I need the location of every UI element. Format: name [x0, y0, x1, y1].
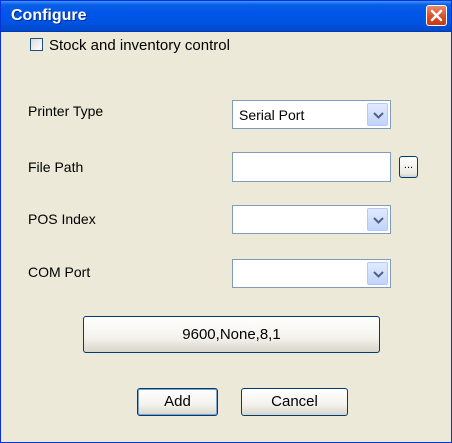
printer-type-select[interactable]: Serial Port [232, 100, 391, 129]
chevron-down-icon [373, 217, 384, 224]
stock-control-checkbox[interactable] [30, 38, 43, 51]
cancel-button[interactable]: Cancel [241, 388, 348, 416]
title-bar[interactable]: Configure [1, 1, 451, 32]
printer-type-dropdown-button[interactable] [367, 103, 388, 126]
configure-dialog: Configure Stock and inventory control Pr… [0, 0, 452, 443]
printer-type-value: Serial Port [239, 107, 305, 123]
file-path-label: File Path [28, 159, 84, 175]
close-button[interactable] [426, 5, 447, 26]
printer-type-label: Printer Type [28, 103, 104, 119]
chevron-down-icon [373, 271, 384, 278]
pos-index-dropdown-button[interactable] [367, 208, 388, 231]
close-icon [430, 9, 443, 22]
chevron-down-icon [373, 112, 384, 119]
com-port-label: COM Port [28, 264, 91, 280]
pos-index-label: POS Index [28, 211, 96, 227]
com-port-dropdown-button[interactable] [367, 262, 388, 285]
stock-control-label[interactable]: Stock and inventory control [49, 37, 230, 54]
file-path-input[interactable] [232, 152, 391, 182]
com-port-select[interactable] [232, 259, 391, 288]
window-title: Configure [11, 7, 87, 24]
pos-index-select[interactable] [232, 205, 391, 234]
browse-button[interactable]: ... [399, 156, 418, 178]
serial-settings-button[interactable]: 9600,None,8,1 [83, 316, 380, 353]
add-button[interactable]: Add [137, 388, 218, 416]
